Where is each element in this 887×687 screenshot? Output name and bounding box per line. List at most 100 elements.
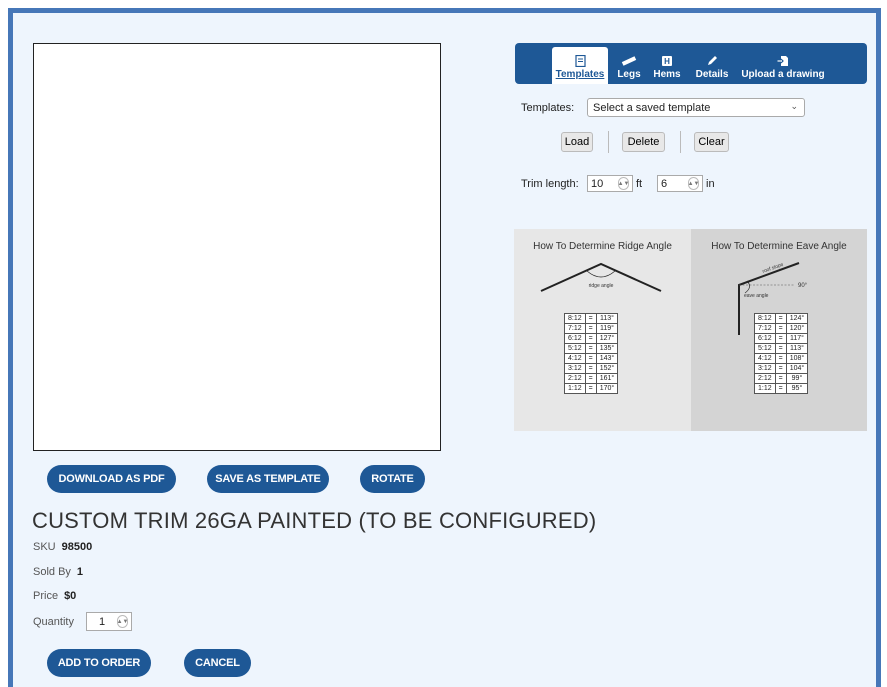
table-cell: 8:12 (754, 313, 776, 324)
tab-label: Upload a drawing (741, 69, 825, 80)
table-cell: 120° (785, 323, 809, 334)
tab-label: Legs (617, 69, 641, 80)
table-row: 7:12 = 119° (564, 323, 619, 334)
table-cell: 108° (785, 353, 809, 364)
table-cell: = (774, 313, 787, 324)
eave-angle-guide: How To Determine Eave Angle roof slope e… (691, 229, 867, 431)
clear-button[interactable]: Clear (694, 132, 729, 152)
ridge-angle-guide: How To Determine Ridge Angle ridge angle… (514, 229, 691, 431)
table-cell: 7:12 (754, 323, 776, 334)
table-row: 1:12 = 170° (564, 383, 619, 394)
inches-unit: in (706, 178, 715, 190)
ridge-guide-title: How To Determine Ridge Angle (533, 241, 672, 252)
rotate-button[interactable]: ROTATE (360, 465, 425, 493)
stepper-arrows-icon[interactable]: ▲▼ (117, 615, 128, 628)
table-cell: 143° (595, 353, 619, 364)
table-cell: 127° (595, 333, 619, 344)
download-pdf-button[interactable]: DOWNLOAD AS PDF (47, 465, 176, 493)
table-cell: 170° (595, 383, 619, 394)
table-cell: 95° (785, 383, 809, 394)
trim-drawing-canvas[interactable] (33, 43, 441, 451)
table-cell: = (584, 373, 597, 384)
table-row: 6:12 = 127° (564, 333, 619, 344)
sold-by-row: Sold By 1 (33, 566, 83, 578)
table-cell: 135° (595, 343, 619, 354)
quantity-label: Quantity (33, 616, 74, 628)
table-row: 4:12 = 143° (564, 353, 619, 364)
tool-tab-bar: Templates Legs H Hems Details Upload a d… (515, 43, 867, 84)
tab-details[interactable]: Details (690, 43, 734, 84)
tab-label: Hems (653, 69, 681, 80)
template-select-value: Select a saved template (593, 101, 711, 114)
table-row: 8:12 = 124° (754, 313, 809, 324)
table-cell: 8:12 (564, 313, 586, 324)
sku-label: SKU (33, 541, 56, 553)
table-cell: 117° (785, 333, 809, 344)
upload-icon (777, 56, 788, 66)
table-cell: = (774, 363, 787, 374)
quantity-stepper[interactable]: 1 ▲▼ (86, 612, 132, 631)
tab-upload-drawing[interactable]: Upload a drawing (739, 43, 827, 84)
table-cell: 2:12 (754, 373, 776, 384)
table-cell: 1:12 (754, 383, 776, 394)
pencil-icon (708, 56, 717, 65)
divider (608, 131, 609, 153)
table-cell: 6:12 (754, 333, 776, 344)
chevron-down-icon: ⌄ (790, 101, 798, 111)
table-cell: = (584, 353, 597, 364)
table-cell: = (584, 383, 597, 394)
tab-hems[interactable]: H Hems (648, 43, 686, 84)
table-row: 1:12 = 95° (754, 383, 809, 394)
tab-legs[interactable]: Legs (614, 43, 644, 84)
tab-templates[interactable]: Templates (552, 47, 608, 84)
table-cell: = (774, 353, 787, 364)
feet-unit: ft (636, 178, 643, 190)
price-value: $0 (64, 590, 77, 602)
table-cell: 104° (785, 363, 809, 374)
table-row: 8:12 = 113° (564, 313, 619, 324)
trim-inches-value: 6 (661, 177, 668, 190)
tab-label: Templates (555, 69, 605, 80)
sku-value: 98500 (61, 541, 93, 553)
table-cell: 7:12 (564, 323, 586, 334)
table-cell: = (774, 323, 787, 334)
stepper-arrows-icon[interactable]: ▲▼ (618, 177, 629, 190)
divider (680, 131, 681, 153)
add-to-order-button[interactable]: ADD TO ORDER (47, 649, 151, 677)
table-row: 6:12 = 117° (754, 333, 809, 344)
ruler-icon (621, 56, 637, 66)
table-cell: 4:12 (564, 353, 586, 364)
trim-feet-value: 10 (591, 177, 604, 190)
table-cell: 6:12 (564, 333, 586, 344)
ridge-angle-table: 8:12 = 113° 7:12 = 119° 6:12 = 127° 5:12 = 135° 4:12… (564, 313, 619, 394)
cancel-button[interactable]: CANCEL (184, 649, 251, 677)
table-cell: 124° (785, 313, 809, 324)
trim-feet-input[interactable]: 10 ▲▼ (587, 175, 633, 192)
delete-button[interactable]: Delete (622, 132, 665, 152)
table-cell: = (774, 333, 787, 344)
template-select[interactable]: Select a saved template ⌄ (587, 98, 805, 117)
table-cell: 2:12 (564, 373, 586, 384)
table-cell: 3:12 (564, 363, 586, 374)
table-cell: = (774, 373, 787, 384)
hem-icon: H (662, 56, 672, 66)
sku-row: SKU 98500 (33, 541, 92, 553)
save-template-button[interactable]: SAVE AS TEMPLATE (207, 465, 329, 493)
table-cell: 113° (785, 343, 809, 354)
table-row: 5:12 = 135° (564, 343, 619, 354)
templates-label: Templates: (521, 102, 575, 114)
table-cell: = (584, 313, 597, 324)
table-cell: 113° (595, 313, 619, 324)
table-row: 2:12 = 161° (564, 373, 619, 384)
trim-inches-input[interactable]: 6 ▲▼ (657, 175, 703, 192)
table-cell: 152° (595, 363, 619, 374)
eave-angle-caption: eave angle (744, 293, 769, 299)
table-row: 4:12 = 108° (754, 353, 809, 364)
table-cell: 4:12 (754, 353, 776, 364)
load-button[interactable]: Load (561, 132, 593, 152)
eave-angle-table: 8:12 = 124° 7:12 = 120° 6:12 = 117° 5:12 = 113° 4:12… (754, 313, 809, 394)
table-cell: 5:12 (564, 343, 586, 354)
tab-label: Details (695, 69, 729, 80)
table-cell: = (584, 333, 597, 344)
stepper-arrows-icon[interactable]: ▲▼ (688, 177, 699, 190)
